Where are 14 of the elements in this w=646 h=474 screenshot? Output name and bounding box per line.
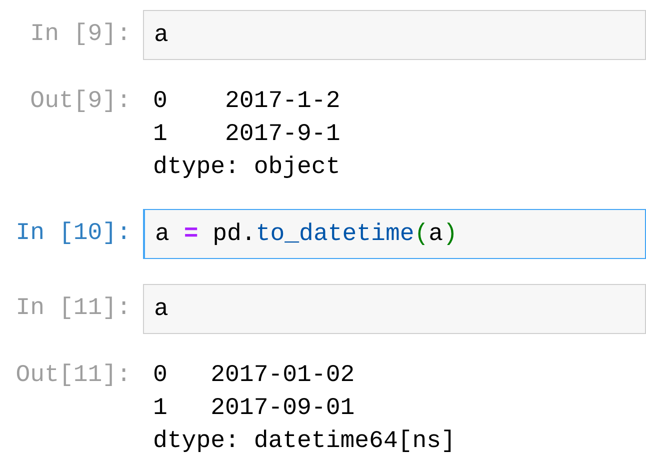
output-prompt: Out[9]: [29,87,132,117]
code-input-field[interactable]: a [143,10,646,60]
output-line: 0 2017-01-02 [153,361,356,391]
output-line: 0 2017-1-2 [153,87,340,117]
output-prompt: Out[11]: [14,361,132,391]
input-prompt: In [11]: [14,294,132,324]
output-line: dtype: datetime64[ns] [153,427,456,457]
output-line: 1 2017-09-01 [153,394,356,424]
code-input-field[interactable]: a = pd.to_datetime(a) [143,209,646,259]
code-input-field[interactable]: a [143,284,646,334]
input-prompt: In [10]: [14,219,132,249]
output-line: 1 2017-9-1 [153,120,340,150]
output-line: dtype: object [153,153,340,183]
input-prompt: In [9]: [29,20,132,50]
